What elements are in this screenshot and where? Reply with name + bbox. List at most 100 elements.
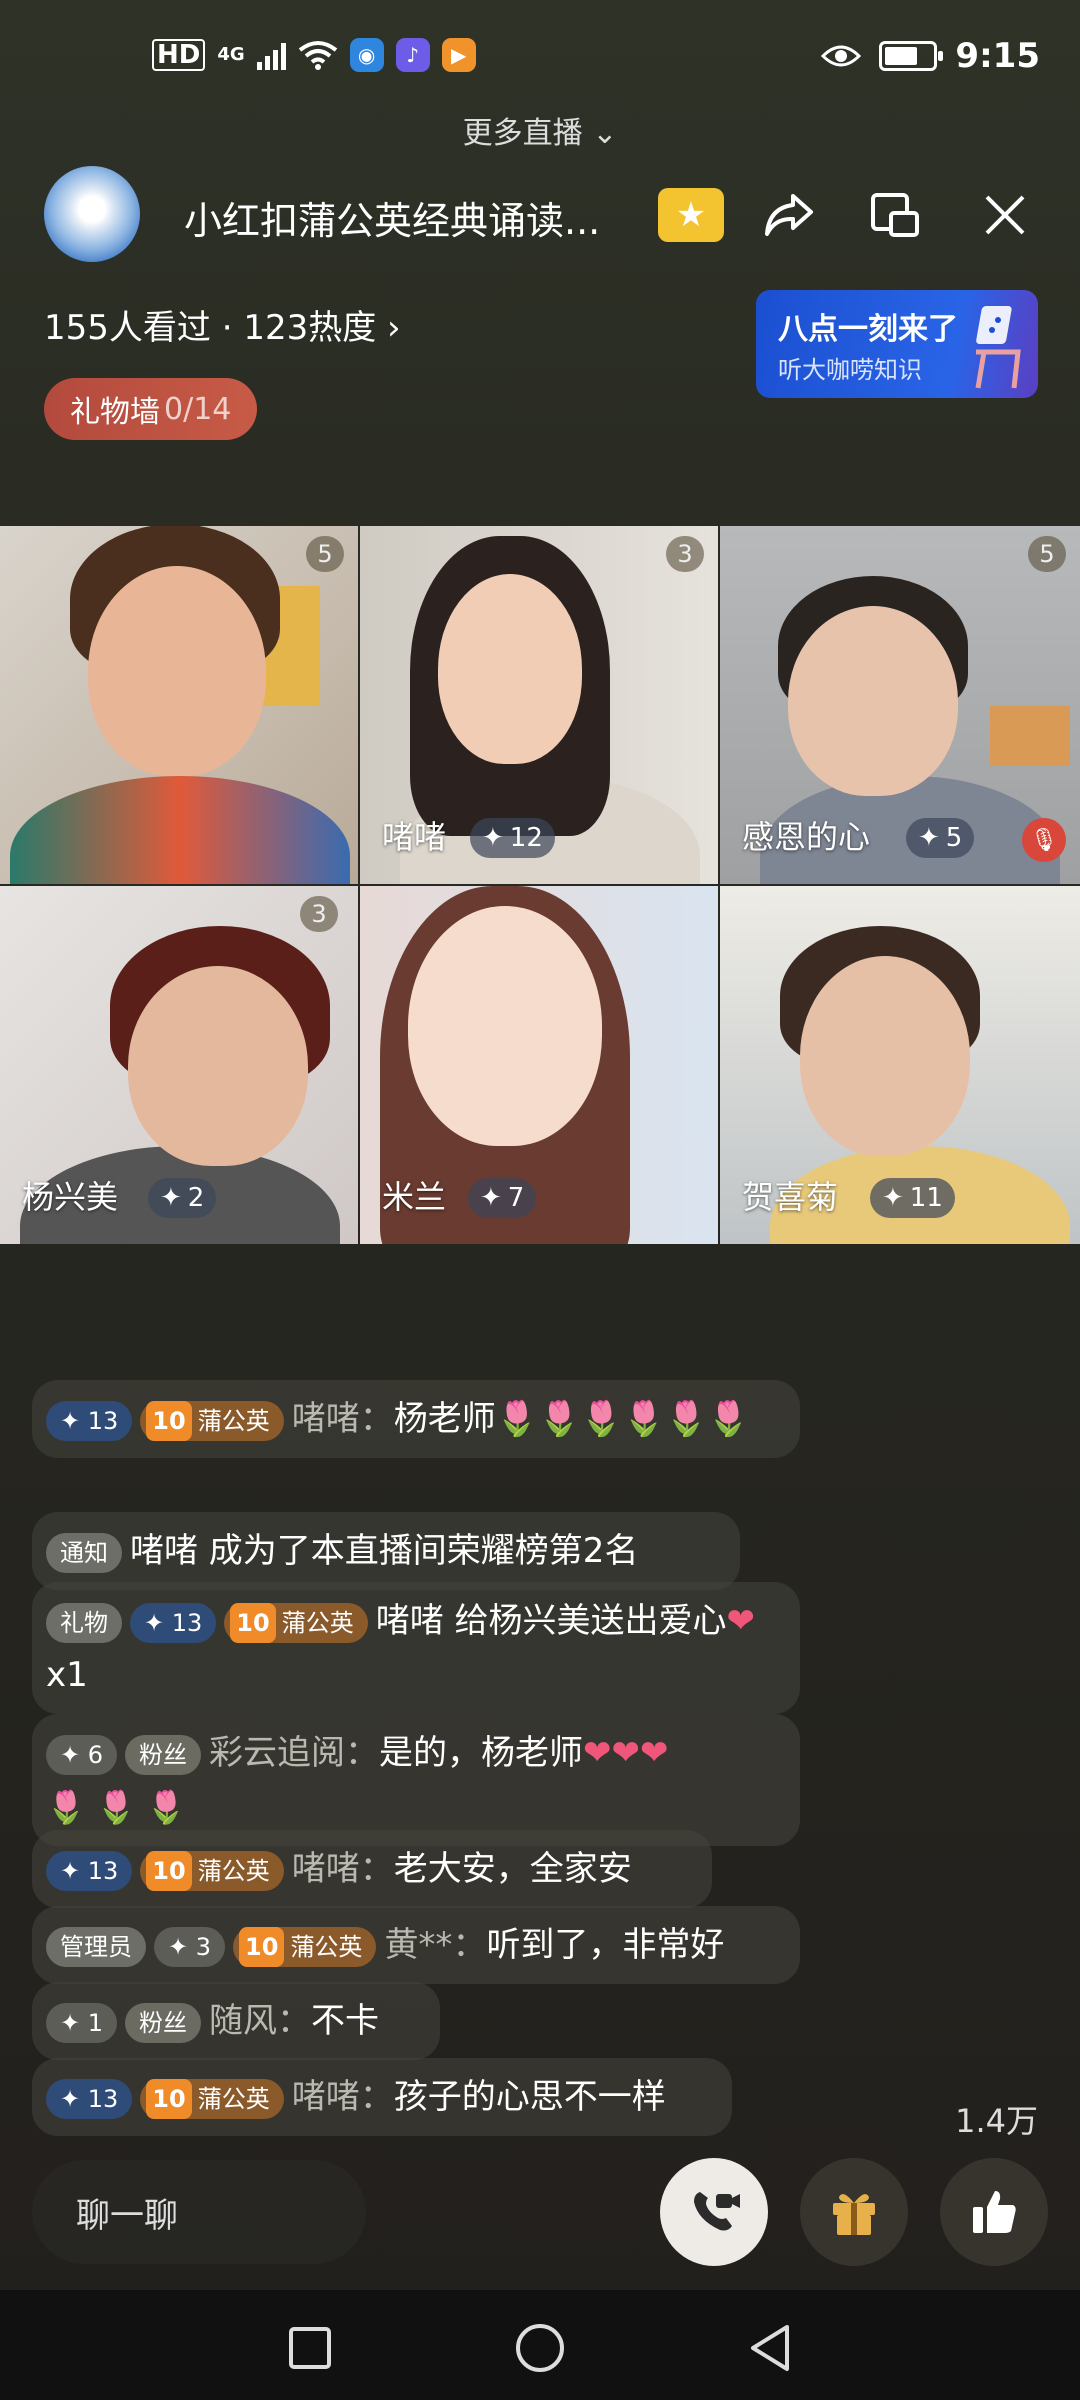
- level-number: 11: [909, 1183, 943, 1213]
- chat-text: 不卡: [311, 2001, 380, 2041]
- gift-button[interactable]: [800, 2158, 908, 2266]
- room-title[interactable]: 小红扣蒲公英经典诵读...: [184, 190, 624, 245]
- participant-level: ✦ 7: [468, 1178, 537, 1218]
- level-tag: ✦ 13: [46, 2078, 133, 2119]
- video-tile[interactable]: 3 啫啫 ✦ 12: [360, 526, 718, 884]
- wifi-icon: [298, 41, 337, 70]
- club-level: 10: [239, 1926, 285, 1967]
- level-tag: ✦ 1: [46, 2002, 118, 2043]
- participant-face: [408, 906, 602, 1146]
- chat-input-placeholder: 聊一聊: [76, 2195, 178, 2236]
- promo-banner[interactable]: 八点一刻来了 听大咖唠知识: [756, 290, 1038, 398]
- fan-club-tag: 10 蒲公英: [140, 2078, 284, 2119]
- app-notification-icon: ◉: [349, 38, 384, 72]
- club-level: 10: [146, 2078, 192, 2119]
- video-tile[interactable]: 5: [0, 526, 358, 884]
- host-avatar[interactable]: [44, 166, 140, 262]
- gift-icon: [833, 2194, 875, 2235]
- level-tag: ✦ 6: [46, 1734, 118, 1775]
- sparkle-icon: ✦: [482, 823, 504, 853]
- level-number: 6: [87, 1740, 104, 1769]
- chat-username[interactable]: 啫啫: [292, 2077, 360, 2117]
- level-number: 3: [195, 1932, 212, 1961]
- participant-name: 感恩的心: [742, 818, 871, 856]
- level-number: 13: [87, 1406, 119, 1435]
- more-live-button[interactable]: 更多直播 ⌄: [0, 108, 1080, 152]
- participant-face: [788, 606, 958, 796]
- system-nav-bar: [0, 2290, 1080, 2400]
- background-picture: [990, 706, 1070, 766]
- participant-badge: 3: [300, 896, 338, 932]
- chat-text: 孩子的心思不一样: [393, 2077, 666, 2117]
- participant-name: 杨兴美: [22, 1178, 119, 1216]
- promo-title: 八点一刻来了: [778, 312, 958, 347]
- participant-face: [438, 574, 582, 764]
- chat-username[interactable]: 啫啫: [292, 1849, 360, 1889]
- video-app-icon: ▶: [441, 38, 476, 72]
- gift-wall-button[interactable]: 礼物墙 0/14: [44, 378, 258, 440]
- heart-icons: ❤❤❤: [583, 1733, 669, 1773]
- viewer-stats[interactable]: 155人看过 · 123热度 ›: [44, 300, 401, 349]
- participant-level: ✦ 12: [470, 818, 555, 858]
- chat-message: ✦ 13 10 蒲公英 啫啫：孩子的心思不一样: [32, 2058, 732, 2136]
- chat-text: 杨老师🌷🌷🌷🌷🌷🌷: [393, 1399, 750, 1439]
- chevron-down-icon: ⌄: [592, 116, 618, 151]
- participant-name: 米兰: [382, 1178, 447, 1216]
- picture-in-picture-icon[interactable]: [862, 182, 928, 248]
- club-name: 蒲公英: [197, 1406, 270, 1435]
- level-number: 13: [87, 2084, 119, 2113]
- chat-message: ✦ 13 10 蒲公英 啫啫：老大安，全家安: [32, 1830, 712, 1908]
- video-tile[interactable]: 5 感恩的心 ✦ 5 🎙: [720, 526, 1080, 884]
- admin-tag: 管理员: [46, 1926, 146, 1967]
- mic-muted-icon: 🎙: [1022, 818, 1066, 862]
- club-name: 蒲公英: [281, 1608, 354, 1637]
- fan-club-tag: 10 蒲公英: [233, 1926, 377, 1967]
- chat-username[interactable]: 彩云追阅: [209, 1733, 345, 1773]
- hd-indicator: HD: [152, 39, 206, 71]
- like-button[interactable]: [940, 2158, 1048, 2266]
- sparkle-icon: ✦: [918, 823, 940, 853]
- participant-face: [800, 956, 970, 1156]
- club-level: 10: [230, 1602, 276, 1643]
- chat-text: 是的，杨老师: [379, 1733, 584, 1773]
- chat-username[interactable]: 随风: [209, 2001, 277, 2041]
- recent-apps-icon[interactable]: [280, 2318, 340, 2378]
- chat-text: 啫啫 给杨兴美送出爱心: [375, 1601, 727, 1641]
- fan-club-tag: 10 蒲公英: [140, 1850, 284, 1891]
- video-tile[interactable]: 3 杨兴美 ✦ 2: [0, 886, 358, 1244]
- clock: 9:15: [955, 36, 1040, 76]
- fan-club-tag: 10 蒲公英: [140, 1400, 284, 1441]
- viewer-stats-text: 155人看过 · 123热度: [44, 308, 377, 348]
- chat-username[interactable]: 黄**: [384, 1925, 452, 1965]
- level-number: 7: [507, 1183, 525, 1213]
- video-call-button[interactable]: [660, 2158, 768, 2266]
- favorite-star-icon[interactable]: ★: [658, 188, 724, 242]
- chat-username[interactable]: 啫啫: [292, 1399, 360, 1439]
- level-tag: ✦ 3: [154, 1926, 226, 1967]
- share-icon[interactable]: [756, 182, 822, 248]
- video-tile[interactable]: 贺喜菊 ✦ 11: [720, 886, 1080, 1244]
- participant-name: 贺喜菊: [742, 1178, 839, 1216]
- close-icon[interactable]: [972, 182, 1038, 248]
- back-icon[interactable]: [740, 2318, 800, 2378]
- status-bar: HD 4G ◉ ♪ ▶ 9:15: [0, 0, 1080, 118]
- participant-level: ✦ 11: [870, 1178, 955, 1218]
- home-icon[interactable]: [510, 2318, 570, 2378]
- club-level: 10: [146, 1400, 192, 1441]
- level-number: 2: [187, 1183, 205, 1213]
- participant-level: ✦ 5: [906, 818, 975, 858]
- chat-input[interactable]: 聊一聊: [32, 2160, 366, 2264]
- level-tag: ✦ 13: [46, 1850, 133, 1891]
- level-tag: ✦ 13: [130, 1602, 217, 1643]
- participant-badge: 5: [306, 536, 344, 572]
- music-app-icon: ♪: [395, 38, 430, 72]
- chat-message: 通知 啫啫 成为了本直播间荣耀榜第2名: [32, 1512, 740, 1590]
- gift-tag: 礼物: [46, 1602, 122, 1643]
- fans-tag: 粉丝: [125, 2002, 202, 2043]
- participant-level: ✦ 2: [148, 1178, 217, 1218]
- level-number: 1: [87, 2008, 104, 2037]
- chat-message: ✦ 1 粉丝 随风：不卡: [32, 1982, 440, 2060]
- video-tile[interactable]: 米兰 ✦ 7: [360, 886, 718, 1244]
- tulip-icons: 🌷 🌷 🌷: [46, 1788, 186, 1826]
- sparkle-icon: ✦: [480, 1183, 502, 1213]
